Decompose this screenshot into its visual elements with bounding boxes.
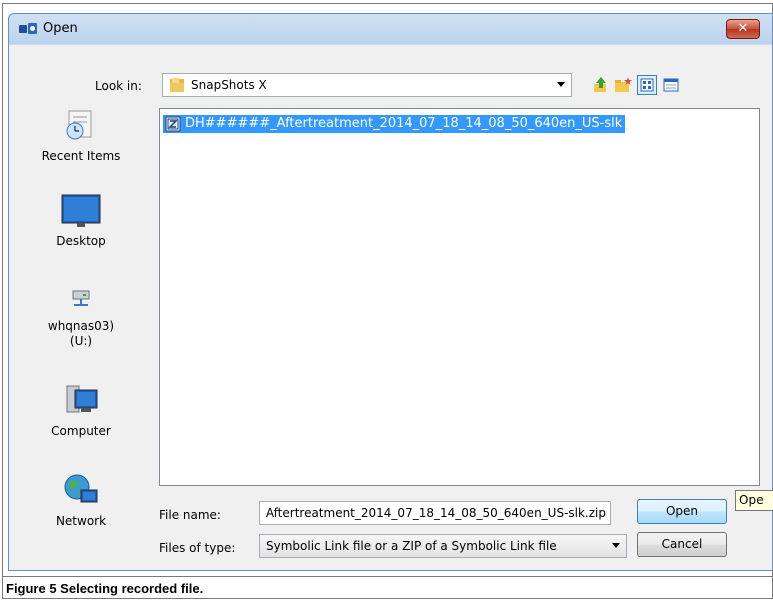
open-dialog: Open ✕ Look in: SnapShots X Recent Items… xyxy=(8,13,773,571)
title-bar[interactable]: Open ✕ xyxy=(9,14,772,44)
look-in-label: Look in: xyxy=(95,79,142,93)
place-desktop[interactable]: Desktop xyxy=(23,190,139,249)
close-icon: ✕ xyxy=(737,21,749,36)
close-button[interactable]: ✕ xyxy=(726,19,760,39)
figure-caption: Figure 5 Selecting recorded file. xyxy=(2,577,773,599)
place-network[interactable]: Network xyxy=(23,470,139,529)
zip-file-icon xyxy=(165,116,181,132)
file-type-label: Files of type: xyxy=(159,541,236,555)
network-globe-icon xyxy=(64,474,98,503)
open-button[interactable]: Open xyxy=(637,499,727,524)
file-list[interactable]: DH######_Aftertreatment_2014_07_18_14_08… xyxy=(159,108,760,486)
place-recent-items[interactable]: Recent Items xyxy=(23,105,139,164)
place-label: Computer xyxy=(51,424,111,438)
file-name-value: Aftertreatment_2014_07_18_14_08_50_640en… xyxy=(265,506,606,520)
file-name-field[interactable]: Aftertreatment_2014_07_18_14_08_50_640en… xyxy=(259,501,611,525)
cancel-button[interactable]: Cancel xyxy=(637,532,727,557)
file-name-text: DH######_Aftertreatment_2014_07_18_14_08… xyxy=(185,116,623,131)
folder-icon xyxy=(169,77,185,93)
list-item[interactable]: DH######_Aftertreatment_2014_07_18_14_08… xyxy=(163,115,626,133)
place-label: Desktop xyxy=(56,234,106,248)
up-folder-icon xyxy=(594,77,606,92)
up-one-level-button[interactable] xyxy=(591,75,611,95)
dialog-body: Look in: SnapShots X Recent Items Deskto… xyxy=(9,45,772,570)
network-drive-icon xyxy=(72,290,90,306)
place-computer[interactable]: Computer xyxy=(23,380,139,439)
details-view-button[interactable] xyxy=(661,75,681,95)
look-in-dropdown[interactable]: SnapShots X xyxy=(162,73,572,97)
computer-icon xyxy=(66,385,98,413)
dialog-app-icon xyxy=(19,22,37,36)
grid-view-icon xyxy=(640,78,654,92)
file-type-dropdown[interactable]: Symbolic Link file or a ZIP of a Symboli… xyxy=(259,534,627,558)
desktop-icon xyxy=(61,194,101,227)
chevron-down-icon[interactable] xyxy=(557,82,565,87)
place-label: whqnas03) (U:) xyxy=(47,319,115,348)
place-network-drive[interactable]: whqnas03) (U:) xyxy=(23,275,139,349)
place-label: Recent Items xyxy=(41,149,121,163)
dialog-title: Open xyxy=(43,21,78,36)
chevron-down-icon[interactable] xyxy=(612,543,620,548)
places-bar: Recent Items Desktop whqnas03) (U:) Comp… xyxy=(23,105,139,570)
new-folder-icon xyxy=(615,77,632,92)
recent-items-icon xyxy=(66,110,92,140)
details-view-icon xyxy=(663,78,679,92)
view-menu-button[interactable] xyxy=(637,75,657,95)
look-in-value: SnapShots X xyxy=(191,78,267,92)
tooltip: Ope xyxy=(735,490,773,511)
new-folder-button[interactable] xyxy=(613,75,633,95)
file-name-label: File name: xyxy=(159,508,221,522)
file-type-value: Symbolic Link file or a ZIP of a Symboli… xyxy=(266,539,557,553)
place-label: Network xyxy=(55,514,107,528)
